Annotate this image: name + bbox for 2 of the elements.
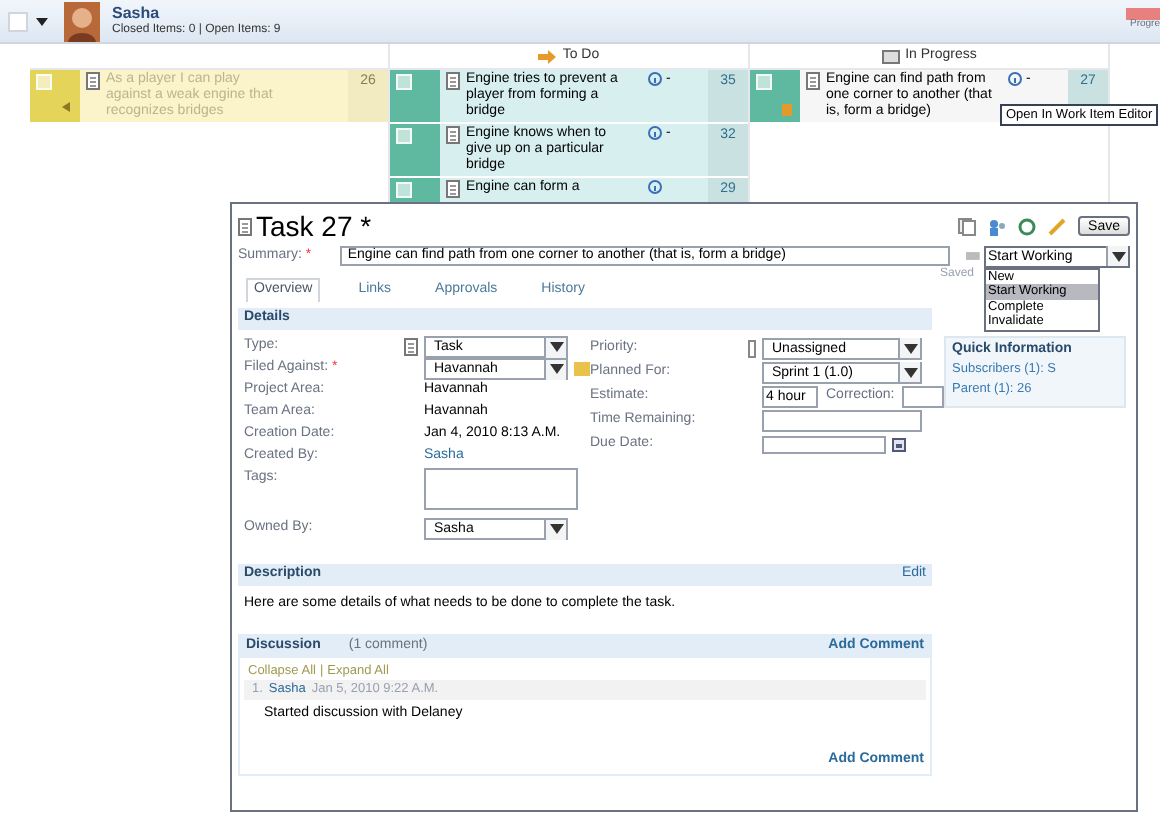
- user-name: Sasha: [112, 6, 162, 22]
- editor-title: Task 27 *: [256, 212, 372, 240]
